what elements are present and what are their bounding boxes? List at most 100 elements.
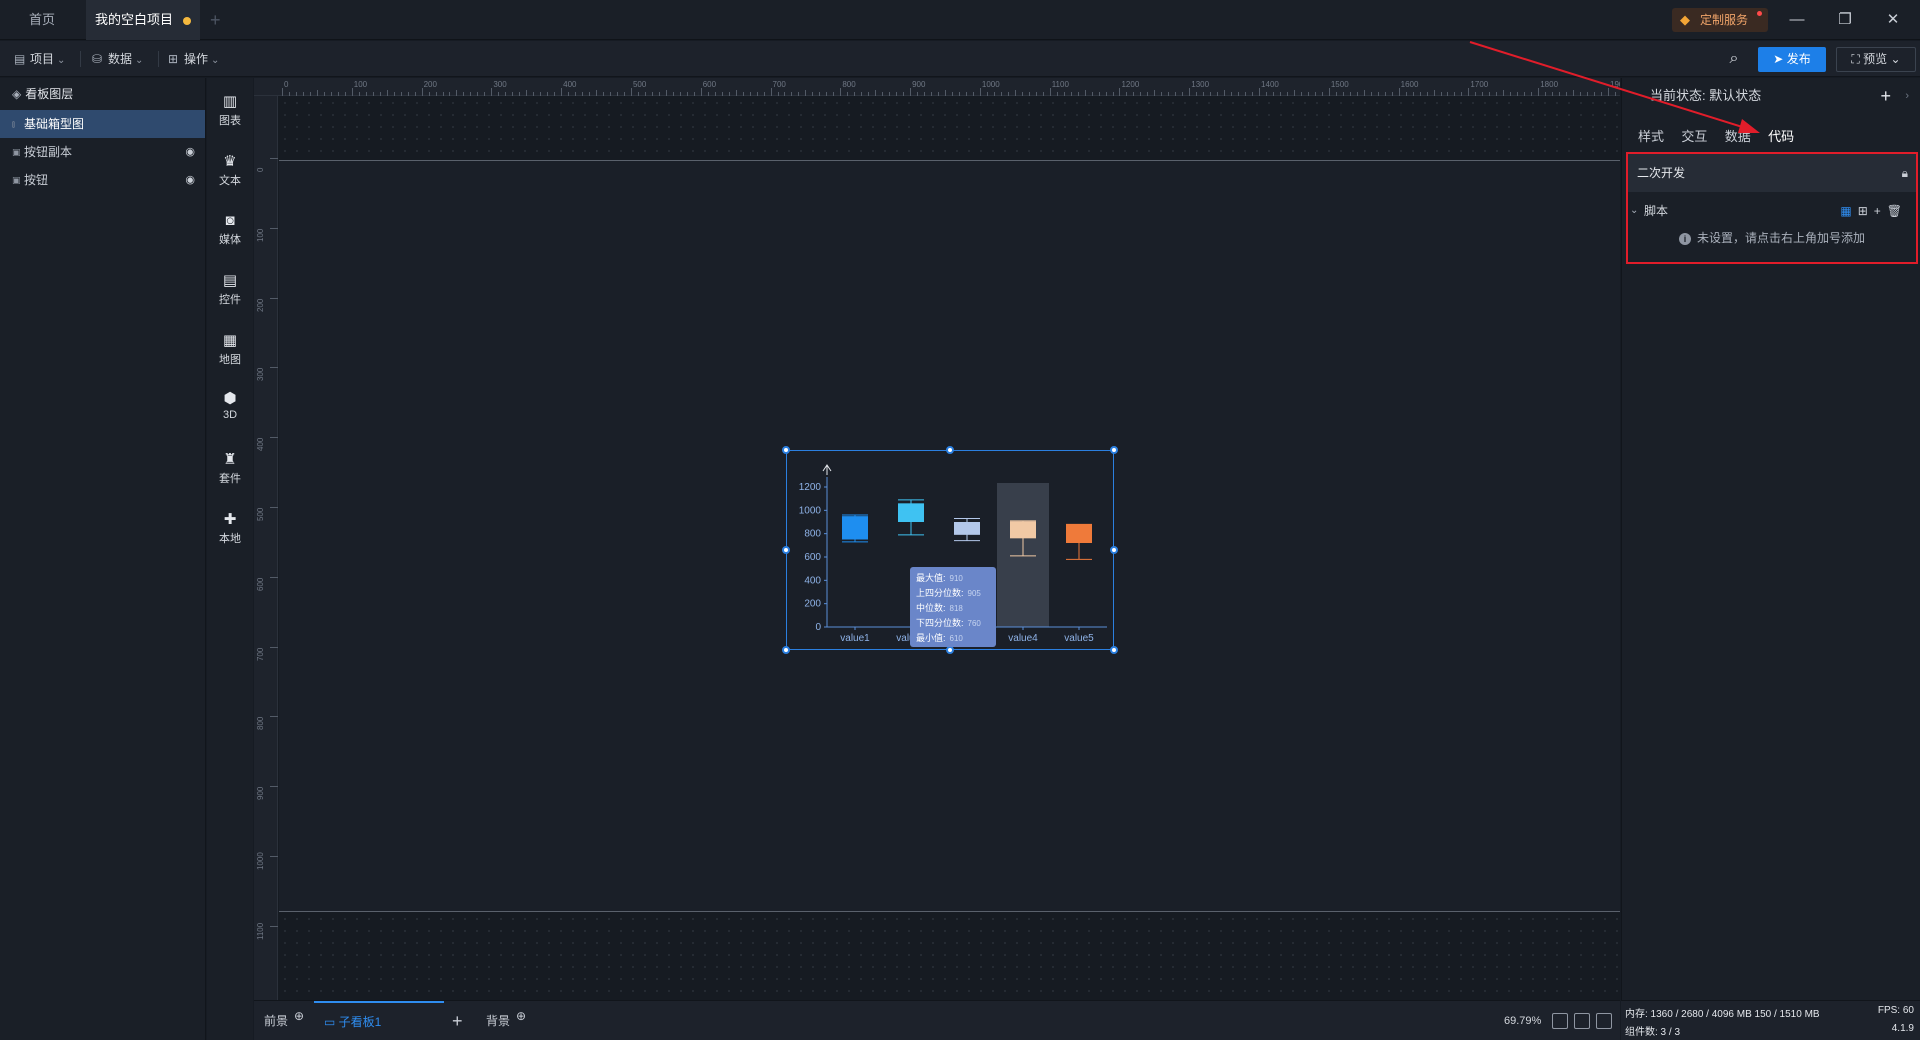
tab-style[interactable]: 样式 — [1638, 126, 1664, 145]
layer-item[interactable]: ⫾ 基础箱型图 — [0, 110, 205, 138]
ruler-minor-tick — [1335, 92, 1337, 96]
chevron-down-icon[interactable]: ⌄ — [1630, 196, 1638, 226]
add-tab-icon[interactable]: + — [210, 0, 221, 40]
ruler-vertical[interactable]: 0 100 200 300 400 500 600 700 800 900 1000 1100 — [254, 96, 278, 1000]
ruler-minor-tick — [547, 92, 549, 96]
component-text[interactable]: ♛ 文本 — [207, 146, 253, 198]
preview-button[interactable]: ⛶ 预览 ⌄ — [1836, 47, 1916, 72]
script-row[interactable]: ⌄ 脚本 ▦⊞+🗑︎ — [1628, 196, 1916, 226]
menu-data[interactable]: ⛁ 数据 ⌄ — [92, 41, 143, 77]
ruler-minor-tick — [672, 92, 674, 96]
ruler-minor-tick — [1300, 92, 1302, 96]
chevron-right-icon[interactable]: › — [1905, 78, 1909, 114]
ruler-horizontal[interactable]: 0 100 200 300 400 500 600 700 800 900 1000 1100 1200… — [254, 78, 1620, 96]
resize-handle[interactable] — [946, 646, 954, 654]
resize-handle[interactable] — [1110, 646, 1118, 654]
ruler-minor-tick — [1342, 92, 1344, 96]
ruler-minor-tick — [1384, 92, 1386, 96]
empty-hint: i 未设置，请点击右上角加号添加 — [1628, 226, 1916, 250]
ruler-minor-tick — [1063, 92, 1065, 96]
cube-icon: ⬢ — [223, 390, 237, 407]
component-suite[interactable]: ♜ 套件 — [207, 444, 253, 496]
canvas-area[interactable]: 0 100 200 300 400 500 600 700 800 900 1000 1100 1200… — [254, 78, 1620, 1000]
preview-label: 预览 — [1863, 52, 1888, 66]
state-value[interactable]: 默认状态 — [1709, 88, 1761, 103]
fit-screen-icon[interactable] — [1552, 1013, 1568, 1029]
resize-handle[interactable] — [1110, 546, 1118, 554]
add-board-icon[interactable]: + — [452, 1001, 463, 1040]
ruler-minor-tick — [1168, 92, 1170, 96]
hidden-eye-icon[interactable]: ◉ — [185, 166, 195, 194]
trash-icon[interactable]: 🗑︎ — [1887, 204, 1908, 218]
component-3d[interactable]: ⬢ 3D — [207, 383, 253, 435]
hidden-eye-icon[interactable]: ◉ — [185, 138, 195, 166]
ruler-minor-tick — [924, 92, 926, 96]
minimize-icon[interactable]: — — [1773, 0, 1821, 40]
add-icon[interactable]: + — [1874, 204, 1887, 218]
close-icon[interactable]: ✕ — [1869, 0, 1917, 40]
restore-icon[interactable]: ❐ — [1821, 0, 1869, 40]
ruler-minor-tick — [603, 92, 605, 96]
layer-item[interactable]: ▣ 按钮 ◉ — [0, 166, 205, 194]
add-circle-icon[interactable]: ⊕ — [294, 1001, 304, 1031]
layers-title-label: 看板图层 — [25, 87, 74, 101]
layer-item[interactable]: ▣ 按钮副本 ◉ — [0, 138, 205, 166]
x-tick-label: value4 — [1008, 633, 1038, 644]
ruler-tick — [1119, 88, 1121, 96]
ruler-minor-tick — [986, 92, 988, 96]
y-tick-label: 1000 — [799, 505, 822, 516]
layer-item-label: 按钮 — [24, 173, 49, 187]
add-state-icon[interactable]: + — [1880, 78, 1891, 114]
ruler-minor-tick — [1552, 92, 1554, 96]
resize-handle[interactable] — [782, 446, 790, 454]
tab-project[interactable]: 我的空白项目 — [86, 0, 200, 40]
ruler-minor-tick — [896, 92, 898, 96]
ruler-minor-tick — [435, 92, 437, 96]
ruler-minor-tick — [798, 92, 800, 96]
ruler-tick — [979, 88, 981, 96]
publish-button[interactable]: ➤ 发布 — [1758, 47, 1826, 72]
menu-operation[interactable]: ⊞ 操作 ⌄ — [168, 41, 219, 77]
resize-handle[interactable] — [782, 546, 790, 554]
tab-background[interactable]: 背景 ⊕ — [486, 1001, 526, 1040]
component-local[interactable]: ✚ 本地 — [207, 504, 253, 556]
resize-handle[interactable] — [1110, 446, 1118, 454]
component-widget[interactable]: ▤ 控件 — [207, 265, 253, 317]
tab-interaction[interactable]: 交互 — [1681, 126, 1707, 145]
add-circle-icon[interactable]: ⊕ — [516, 1001, 526, 1031]
ruler-minor-tick — [1021, 92, 1023, 96]
resize-handle[interactable] — [946, 446, 954, 454]
ruler-minor-tick — [1175, 92, 1177, 96]
ruler-minor-tick — [1286, 92, 1288, 96]
ruler-minor-tick — [512, 92, 514, 96]
lock-icon[interactable]: 🔒︎ — [1902, 154, 1908, 192]
ruler-minor-tick — [1000, 92, 1002, 96]
terminal-icon[interactable] — [1596, 1013, 1612, 1029]
ruler-minor-tick — [1273, 92, 1275, 96]
layout-icon[interactable]: ▦ — [1840, 204, 1857, 218]
state-label: 当前状态: — [1650, 88, 1706, 103]
keyboard-icon[interactable] — [1574, 1013, 1590, 1029]
ruler-minor-tick — [1182, 92, 1184, 96]
custom-service-button[interactable]: ◆ 定制服务 — [1672, 8, 1768, 32]
custom-service-label: 定制服务 — [1700, 13, 1749, 27]
ruler-minor-tick — [463, 92, 465, 96]
grid-icon[interactable]: ⊞ — [1858, 204, 1874, 218]
tab-code[interactable]: 代码 — [1768, 126, 1794, 145]
tab-home[interactable]: 首页 — [0, 0, 84, 40]
ruler-minor-tick — [958, 92, 960, 96]
ruler-label: 800 — [256, 716, 265, 731]
component-map[interactable]: ▦ 地图 — [207, 325, 253, 377]
tab-data[interactable]: 数据 — [1725, 126, 1751, 145]
ruler-minor-tick — [449, 92, 451, 96]
search-icon[interactable]: ⌕ — [1722, 41, 1746, 77]
tab-sub-board[interactable]: ▭ 子看板1 — [314, 1001, 444, 1040]
ruler-label: 500 — [256, 507, 265, 521]
component-chart[interactable]: ▥ 图表 — [207, 86, 253, 138]
zoom-level[interactable]: 69.79% — [1504, 1001, 1541, 1040]
component-media[interactable]: ◙ 媒体 — [207, 205, 253, 257]
menu-project[interactable]: ▤ 项目 ⌄ — [14, 41, 65, 77]
resize-handle[interactable] — [782, 646, 790, 654]
tab-foreground[interactable]: 前景 ⊕ — [264, 1001, 304, 1040]
ruler-minor-tick — [477, 92, 479, 96]
